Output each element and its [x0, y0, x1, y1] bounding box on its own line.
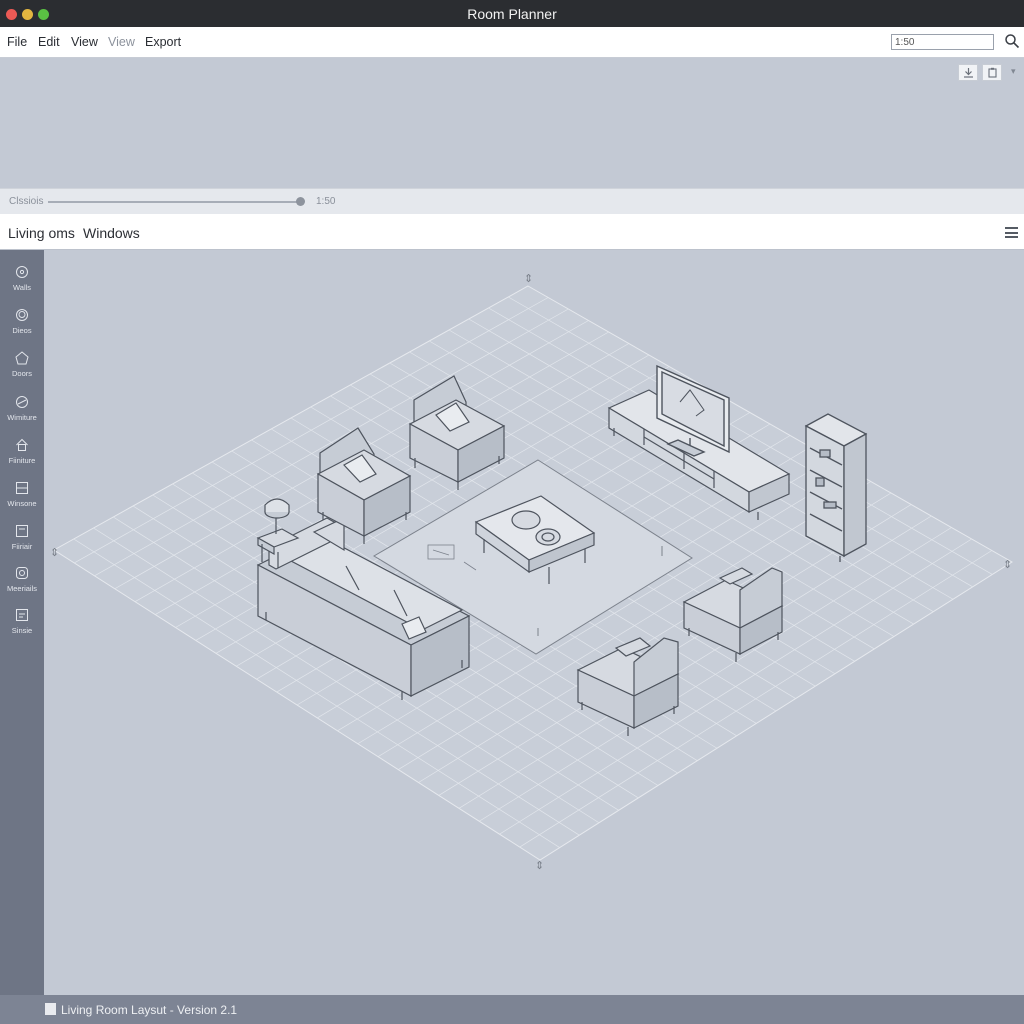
scale-slider-track[interactable]	[48, 201, 301, 203]
chevron-down-icon[interactable]: ▾	[1011, 66, 1016, 77]
status-text: Living Room Laysut - Version 2.1	[61, 1003, 238, 1017]
slider-value: 1:50	[316, 196, 336, 207]
menu-view-disabled: View	[108, 35, 135, 49]
tool-sidebar: Walls Dieos Doors Wimiture Fiiniture Win…	[0, 250, 44, 995]
sidebar-item-wimiture[interactable]: Wimiture	[0, 395, 44, 435]
tab-bar: Living oms Windows	[0, 214, 1024, 250]
sidebar-item-winsone[interactable]: Winsone	[0, 481, 44, 521]
settings-icon	[16, 609, 28, 621]
walls-icon	[16, 266, 28, 278]
menu-view[interactable]: View	[71, 35, 98, 49]
menu-edit[interactable]: Edit	[38, 35, 60, 49]
frame-icon	[16, 525, 28, 537]
sidebar-item-label: Fiiniture	[8, 456, 36, 465]
hamburger-menu-icon[interactable]	[1005, 227, 1018, 238]
search-icon[interactable]	[1004, 33, 1020, 49]
corner-marker-right[interactable]: ⇕	[1003, 558, 1012, 571]
compass-icon	[16, 396, 28, 408]
isometric-floor-view: ⇕ ⇕ ⇕ ⇕	[50, 272, 1013, 872]
sidebar-item-sinsie[interactable]: Sinsie	[0, 608, 44, 648]
tab-living-rooms[interactable]: Living oms	[8, 225, 75, 241]
sidebar-item-label: Wimiture	[7, 413, 37, 422]
status-bar: Living Room Laysut - Version 2.1	[0, 995, 1024, 1024]
scale-slider-thumb[interactable]	[296, 197, 305, 206]
corner-marker-left[interactable]: ⇕	[50, 546, 59, 559]
menu-bar: File Edit View View Export	[0, 27, 1024, 58]
materials-icon	[16, 567, 28, 579]
sidebar-item-doors[interactable]: Doors	[0, 351, 44, 391]
toolbar-area: ▾	[0, 58, 1024, 188]
house-icon	[16, 438, 28, 451]
sidebar-item-label: Sinsie	[11, 626, 33, 635]
menu-file[interactable]: File	[7, 35, 27, 49]
sidebar-item-dieos[interactable]: Dieos	[0, 308, 44, 348]
door-icon	[15, 351, 29, 365]
copy-button[interactable]	[982, 64, 1002, 81]
bookshelf[interactable]	[804, 413, 868, 562]
corner-marker-top[interactable]: ⇕	[524, 272, 533, 285]
sidebar-item-label: Dieos	[12, 326, 32, 335]
menu-export[interactable]: Export	[145, 35, 181, 49]
window-icon	[16, 482, 28, 494]
sidebar-item-fiiriair[interactable]: Fiiriair	[0, 524, 44, 564]
sidebar-item-label: Walls	[12, 283, 32, 292]
copy-icon	[988, 67, 997, 78]
sidebar-item-label: Doors	[11, 369, 32, 378]
sidebar-item-label: Meeriails	[6, 584, 37, 593]
status-checkbox[interactable]	[45, 1003, 56, 1015]
tab-windows[interactable]: Windows	[83, 225, 140, 241]
corner-marker-bottom[interactable]: ⇕	[535, 859, 544, 872]
window-title: Room Planner	[467, 6, 557, 22]
sidebar-item-label: Winsone	[7, 499, 37, 508]
download-button[interactable]	[958, 64, 978, 81]
circle-icon	[16, 309, 28, 321]
scale-slider-bar: Clssiois 1:50	[0, 188, 1024, 214]
zoom-input[interactable]	[891, 34, 994, 50]
download-icon	[964, 68, 973, 78]
sidebar-item-walls[interactable]: Walls	[0, 265, 44, 305]
sidebar-item-fiiniture[interactable]: Fiiniture	[0, 438, 44, 478]
sidebar-item-label: Fiiriair	[11, 542, 33, 551]
floor-plan-canvas[interactable]: ⇕ ⇕ ⇕ ⇕	[44, 250, 1024, 995]
slider-label: Clssiois	[9, 196, 44, 207]
sidebar-item-meeriails[interactable]: Meeriails	[0, 566, 44, 606]
title-bar: Room Planner	[0, 0, 1024, 27]
